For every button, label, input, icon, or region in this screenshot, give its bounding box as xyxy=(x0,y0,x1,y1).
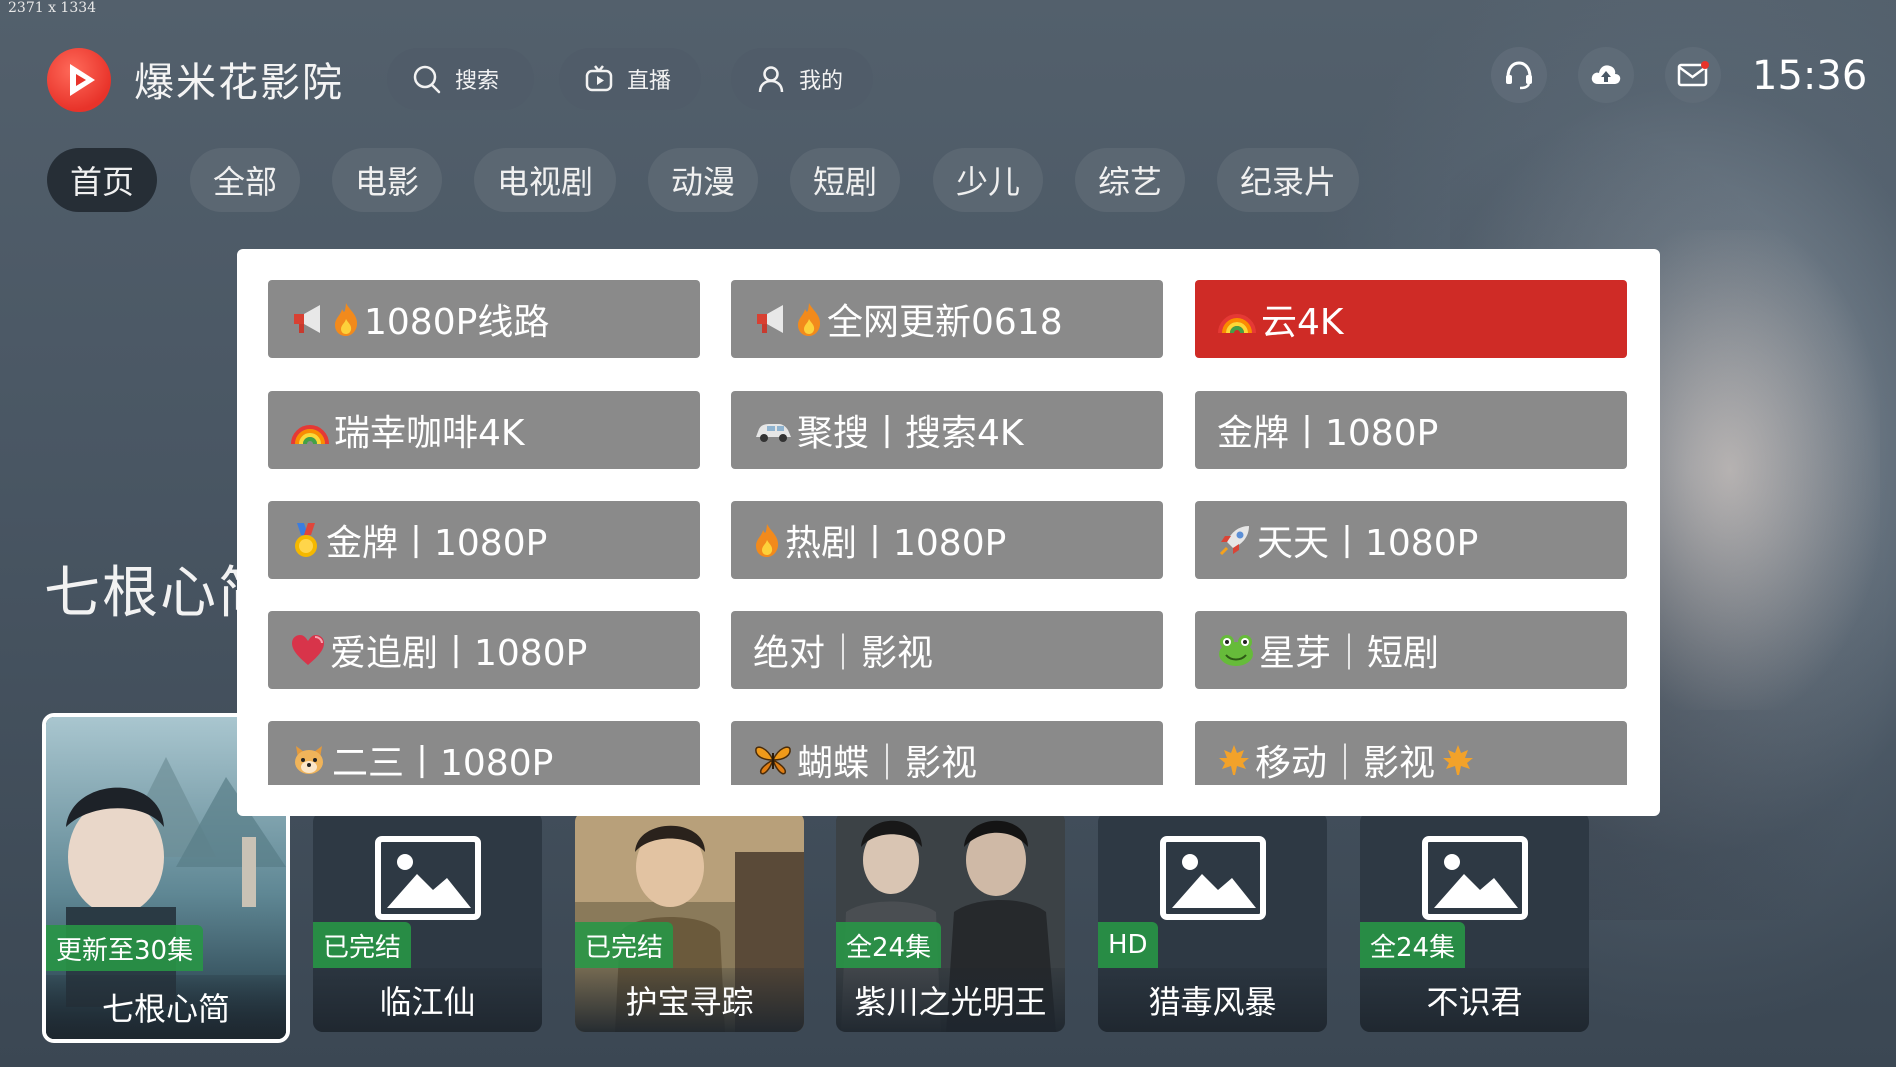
gold-medal-icon xyxy=(290,521,322,559)
card-title: 紫川之光明王 xyxy=(836,968,1065,1032)
rainbow-icon xyxy=(1217,303,1257,335)
source-label: 蝴蝶｜影视 xyxy=(797,743,978,784)
tab-variety[interactable]: 综艺 xyxy=(1075,148,1185,212)
frog-icon xyxy=(1217,633,1255,667)
content-card[interactable]: 已完结 护宝寻踪 xyxy=(575,812,804,1032)
heart-icon xyxy=(290,633,326,667)
source-label: 聚搜丨搜索4K xyxy=(797,413,1024,454)
search-button[interactable]: 搜索 xyxy=(387,48,534,110)
image-placeholder-icon xyxy=(375,836,481,920)
fire-icon xyxy=(753,522,781,558)
image-placeholder-icon xyxy=(1422,836,1528,920)
tab-tv-series[interactable]: 电视剧 xyxy=(474,148,616,212)
status-badge: 全24集 xyxy=(1360,922,1466,968)
source-option[interactable]: 蝴蝶｜影视 xyxy=(731,721,1163,785)
megaphone-icon xyxy=(290,302,328,336)
mine-button[interactable]: 我的 xyxy=(731,48,873,110)
source-label: 移动｜影视 xyxy=(1255,743,1436,784)
cloud-upload-button[interactable] xyxy=(1578,47,1634,103)
status-badge: 全24集 xyxy=(836,922,942,968)
source-label: 金牌丨1080P xyxy=(1217,413,1439,454)
source-option[interactable]: 聚搜丨搜索4K xyxy=(731,391,1163,469)
customer-service-button[interactable] xyxy=(1491,47,1547,103)
search-icon xyxy=(413,65,441,94)
source-select-dialog: 1080P线路 全网更新0618 云4K 瑞幸咖啡4K 聚搜丨搜索4K 金牌丨1… xyxy=(237,249,1660,816)
mail-icon xyxy=(1677,61,1709,87)
card-title: 护宝寻踪 xyxy=(575,968,804,1032)
fire-icon xyxy=(795,301,823,337)
source-label: 二三丨1080P xyxy=(332,743,554,784)
source-option[interactable]: 爱追剧丨1080P xyxy=(268,611,700,689)
source-label: 云4K xyxy=(1261,302,1344,343)
source-label: 热剧丨1080P xyxy=(785,523,1007,564)
butterfly-icon xyxy=(753,743,793,777)
source-option[interactable]: 移动｜影视 xyxy=(1195,721,1627,785)
source-label: 星芽｜短剧 xyxy=(1259,633,1440,674)
tab-documentary[interactable]: 纪录片 xyxy=(1217,148,1359,212)
source-label: 爱追剧丨1080P xyxy=(330,633,588,674)
tab-all[interactable]: 全部 xyxy=(190,148,300,212)
tv-icon xyxy=(585,65,613,92)
image-placeholder-icon xyxy=(1160,836,1266,920)
source-option[interactable]: 瑞幸咖啡4K xyxy=(268,391,700,469)
source-label: 瑞幸咖啡4K xyxy=(334,413,525,454)
source-option[interactable]: 绝对｜影视 xyxy=(731,611,1163,689)
rocket-icon xyxy=(1217,522,1253,558)
live-label: 直播 xyxy=(627,69,672,94)
mine-label: 我的 xyxy=(799,69,844,94)
content-card[interactable]: 已完结 临江仙 xyxy=(313,812,542,1032)
source-label: 绝对｜影视 xyxy=(753,633,934,674)
megaphone-icon xyxy=(753,302,791,336)
content-card[interactable]: 全24集 不识君 xyxy=(1360,812,1589,1032)
messages-button[interactable] xyxy=(1665,47,1721,103)
source-option[interactable]: 热剧丨1080P xyxy=(731,501,1163,579)
source-list: 1080P线路 全网更新0618 云4K 瑞幸咖啡4K 聚搜丨搜索4K 金牌丨1… xyxy=(237,249,1660,785)
card-title: 不识君 xyxy=(1360,968,1589,1032)
source-option[interactable]: 金牌丨1080P xyxy=(268,501,700,579)
user-icon xyxy=(758,66,784,93)
cloud-upload-icon xyxy=(1591,65,1621,84)
episode-badge: 更新至30集 xyxy=(46,925,204,971)
source-option[interactable]: 1080P线路 xyxy=(268,280,700,358)
quality-badge: HD xyxy=(1098,922,1158,968)
clock: 15:36 xyxy=(1752,53,1868,99)
dog-icon xyxy=(290,742,328,778)
tab-anime[interactable]: 动漫 xyxy=(648,148,758,212)
play-logo-icon xyxy=(47,48,111,112)
source-option[interactable]: 二三丨1080P xyxy=(268,721,700,785)
source-label: 1080P线路 xyxy=(364,302,550,343)
maple-leaf-icon xyxy=(1217,743,1251,777)
source-option[interactable]: 金牌丨1080P xyxy=(1195,391,1627,469)
content-card[interactable]: HD 猎毒风暴 xyxy=(1098,812,1327,1032)
source-label: 金牌丨1080P xyxy=(326,523,548,564)
search-label: 搜索 xyxy=(455,69,500,94)
tab-home[interactable]: 首页 xyxy=(47,148,157,212)
fire-icon xyxy=(332,301,360,337)
dimension-label: 2371 x 1334 xyxy=(8,0,97,16)
app-title: 爆米花影院 xyxy=(134,60,344,106)
tab-kids[interactable]: 少儿 xyxy=(933,148,1043,212)
content-card[interactable]: 全24集 紫川之光明王 xyxy=(836,812,1065,1032)
source-option[interactable]: 天天丨1080P xyxy=(1195,501,1627,579)
card-title: 临江仙 xyxy=(313,968,542,1032)
status-badge: 已完结 xyxy=(575,922,674,968)
car-icon xyxy=(753,415,793,445)
live-button[interactable]: 直播 xyxy=(559,48,701,110)
tab-short-drama[interactable]: 短剧 xyxy=(790,148,900,212)
tab-movies[interactable]: 电影 xyxy=(332,148,442,212)
source-label: 全网更新0618 xyxy=(827,302,1063,343)
source-option-selected[interactable]: 云4K xyxy=(1195,280,1627,358)
rainbow-icon xyxy=(290,414,330,446)
source-option[interactable]: 星芽｜短剧 xyxy=(1195,611,1627,689)
source-option[interactable]: 全网更新0618 xyxy=(731,280,1163,358)
card-title: 猎毒风暴 xyxy=(1098,968,1327,1032)
maple-leaf-icon xyxy=(1441,743,1475,777)
status-badge: 已完结 xyxy=(313,922,412,968)
card-title: 七根心简 xyxy=(46,975,286,1039)
source-label: 天天丨1080P xyxy=(1257,523,1479,564)
headset-icon xyxy=(1506,61,1532,90)
